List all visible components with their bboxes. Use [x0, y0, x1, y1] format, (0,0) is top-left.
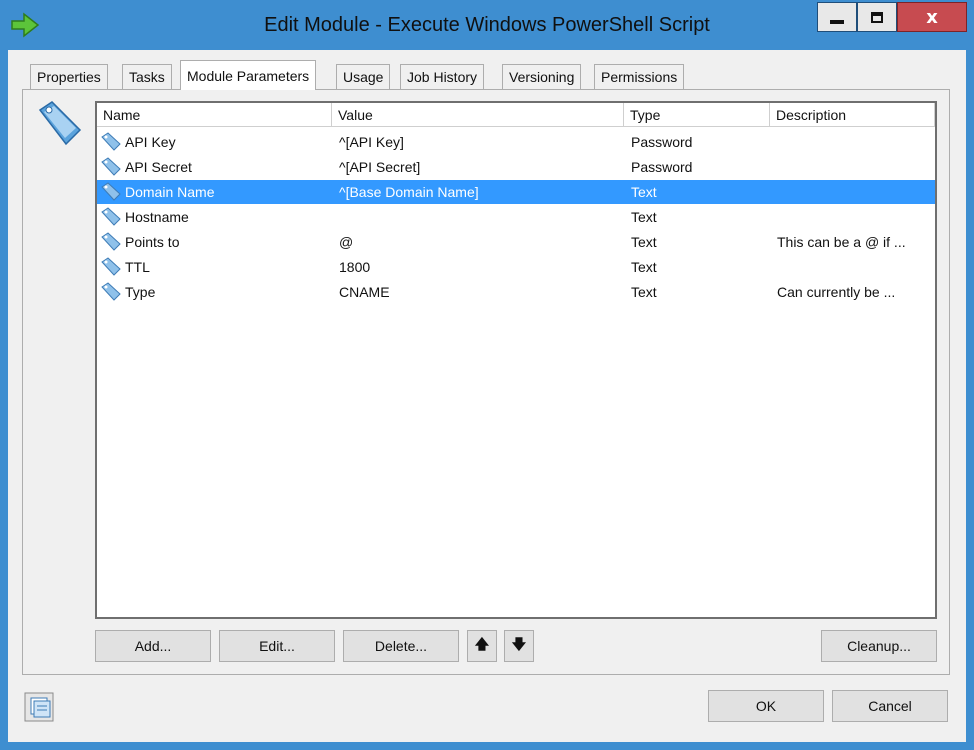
close-icon: x — [926, 6, 938, 28]
row-description — [777, 255, 929, 279]
tab-job-history[interactable]: Job History — [400, 64, 485, 89]
ok-button[interactable]: OK — [708, 690, 824, 722]
table-row[interactable]: TTL 1800 Text — [97, 255, 935, 279]
row-name: TTL — [125, 259, 150, 275]
table-row[interactable]: Points to @ Text This can be a @ if ... — [97, 230, 935, 254]
row-type: Password — [631, 134, 693, 150]
row-type: Text — [631, 284, 657, 300]
minimize-button[interactable] — [817, 2, 857, 32]
close-button[interactable]: x — [897, 2, 967, 32]
tag-icon — [101, 257, 121, 276]
minimize-icon — [830, 20, 844, 24]
tab-module-parameters[interactable]: Module Parameters — [180, 60, 317, 90]
maximize-icon — [871, 11, 883, 23]
tab-properties[interactable]: Properties — [30, 64, 108, 89]
maximize-button[interactable] — [857, 2, 897, 32]
edit-button[interactable]: Edit... — [219, 630, 335, 662]
row-type: Text — [631, 209, 657, 225]
tab-versioning[interactable]: Versioning — [502, 64, 582, 89]
row-name: Type — [125, 284, 156, 300]
row-name: Points to — [125, 234, 180, 250]
row-name: Hostname — [125, 209, 189, 225]
tab-tasks[interactable]: Tasks — [122, 64, 172, 89]
tab-usage[interactable]: Usage — [336, 64, 391, 89]
row-value: ^[Base Domain Name] — [339, 184, 479, 200]
row-name: API Secret — [125, 159, 192, 175]
tag-icon — [101, 232, 121, 251]
row-type: Text — [631, 259, 657, 275]
cleanup-button[interactable]: Cleanup... — [821, 630, 937, 662]
tab-permissions[interactable]: Permissions — [594, 64, 685, 89]
row-type: Password — [631, 159, 693, 175]
row-value: ^[API Key] — [339, 134, 404, 150]
module-icon[interactable] — [24, 692, 54, 722]
move-down-button[interactable]: 🡇 — [504, 630, 534, 662]
dialog-client-area: Properties Tasks Module Parameters Usage… — [8, 50, 966, 742]
row-description: Can currently be ... — [777, 284, 896, 300]
parameters-list[interactable]: Name Value Type Description API Key ^[AP… — [95, 101, 937, 619]
row-value: CNAME — [339, 284, 390, 300]
table-row[interactable]: API Secret ^[API Secret] Password — [97, 155, 935, 179]
module-parameters-panel: Name Value Type Description API Key ^[AP… — [22, 89, 950, 675]
row-description — [777, 205, 929, 229]
row-value: ^[API Secret] — [339, 159, 421, 175]
row-value: 1800 — [339, 259, 371, 275]
row-type: Text — [631, 184, 657, 200]
arrow-down-icon: 🡇 — [511, 637, 527, 653]
column-header-description[interactable]: Description — [770, 103, 935, 127]
tag-icon — [101, 132, 121, 151]
row-name: API Key — [125, 134, 176, 150]
row-name: Domain Name — [125, 184, 215, 200]
title-bar[interactable]: Edit Module - Execute Windows PowerShell… — [0, 0, 974, 50]
row-type: Text — [631, 234, 657, 250]
move-up-button[interactable]: 🡅 — [467, 630, 497, 662]
delete-button[interactable]: Delete... — [343, 630, 459, 662]
column-header-name[interactable]: Name — [97, 103, 332, 127]
list-header: Name Value Type Description — [97, 103, 935, 127]
arrow-up-icon: 🡅 — [474, 637, 490, 653]
tag-icon — [101, 207, 121, 226]
row-description — [777, 180, 929, 204]
row-description — [777, 130, 929, 154]
add-button[interactable]: Add... — [95, 630, 211, 662]
table-row-selected[interactable]: Domain Name ^[Base Domain Name] Text — [97, 180, 935, 204]
cancel-button[interactable]: Cancel — [832, 690, 948, 722]
column-header-value[interactable]: Value — [332, 103, 624, 127]
row-description — [777, 155, 929, 179]
row-value — [339, 205, 619, 229]
table-row[interactable]: Hostname Text — [97, 205, 935, 229]
row-value: @ — [339, 234, 354, 250]
tag-icon — [101, 182, 121, 201]
row-description: This can be a @ if ... — [777, 234, 906, 250]
column-header-type[interactable]: Type — [624, 103, 770, 127]
edit-module-window: Edit Module - Execute Windows PowerShell… — [0, 0, 974, 750]
tag-icon — [101, 282, 121, 301]
table-row[interactable]: Type CNAME Text Can currently be ... — [97, 280, 935, 304]
tag-icon — [101, 157, 121, 176]
table-row[interactable]: API Key ^[API Key] Password — [97, 130, 935, 154]
tag-icon — [38, 101, 82, 146]
